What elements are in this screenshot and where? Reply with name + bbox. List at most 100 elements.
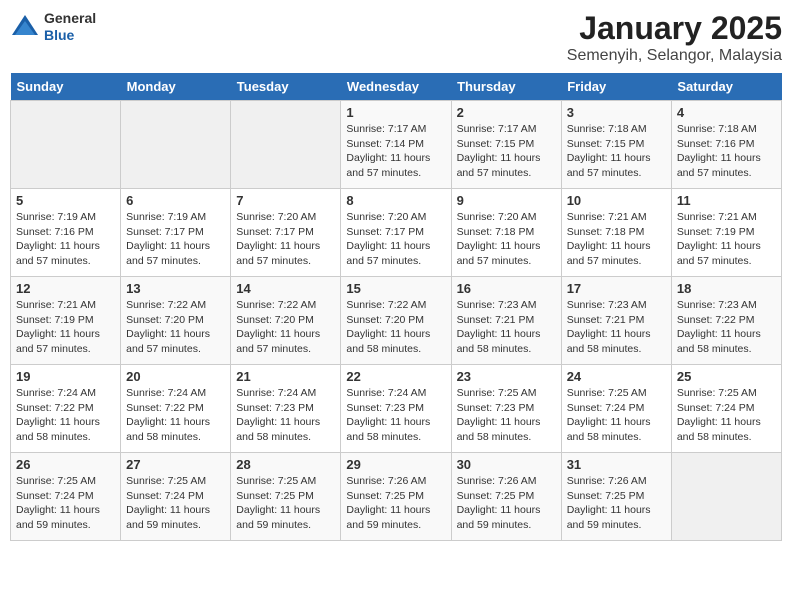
day-number: 7 [236,193,335,208]
day-number: 29 [346,457,445,472]
cell-info: Sunrise: 7:22 AMSunset: 7:20 PMDaylight:… [126,298,225,357]
day-number: 10 [567,193,666,208]
cell-info: Sunrise: 7:25 AMSunset: 7:24 PMDaylight:… [16,474,115,533]
calendar-cell [671,453,781,541]
cell-info: Sunrise: 7:25 AMSunset: 7:25 PMDaylight:… [236,474,335,533]
cell-info: Sunrise: 7:26 AMSunset: 7:25 PMDaylight:… [346,474,445,533]
calendar-week-row: 26Sunrise: 7:25 AMSunset: 7:24 PMDayligh… [11,453,782,541]
calendar-cell [121,101,231,189]
calendar-cell: 1 Sunrise: 7:17 AMSunset: 7:14 PMDaylight… [341,101,451,189]
cell-info: Sunrise: 7:25 AMSunset: 7:24 PMDaylight:… [567,386,666,445]
day-number: 17 [567,281,666,296]
cell-info: Sunrise: 7:22 AMSunset: 7:20 PMDaylight:… [236,298,335,357]
calendar-cell: 9Sunrise: 7:20 AMSunset: 7:18 PMDaylight… [451,189,561,277]
calendar-cell: 27 Sunrise: 7:25 AMSunset: 7:24 PMDayligh… [121,453,231,541]
calendar-week-row: 12 Sunrise: 7:21 AMSunset: 7:19 PMDayligh… [11,277,782,365]
calendar-week-row: 1 Sunrise: 7:17 AMSunset: 7:14 PMDaylight… [11,101,782,189]
day-number: 24 [567,369,666,384]
day-number: 8 [346,193,445,208]
cell-info: Sunrise: 7:23 AMSunset: 7:21 PMDaylight:… [567,298,666,357]
weekday-header-friday: Friday [561,73,671,101]
weekday-header-sunday: Sunday [11,73,121,101]
calendar-cell: 3 Sunrise: 7:18 AMSunset: 7:15 PMDaylight… [561,101,671,189]
day-number: 6 [126,193,225,208]
logo-blue-text: Blue [44,27,96,44]
day-number: 22 [346,369,445,384]
cell-info: Sunrise: 7:17 AMSunset: 7:15 PMDaylight:… [457,122,556,181]
day-number: 20 [126,369,225,384]
cell-info: Sunrise: 7:25 AMSunset: 7:24 PMDaylight:… [677,386,776,445]
cell-info: Sunrise: 7:19 AMSunset: 7:16 PMDaylight:… [16,210,115,269]
day-number: 1 [346,105,445,120]
cell-info: Sunrise: 7:23 AMSunset: 7:22 PMDaylight:… [677,298,776,357]
cell-info: Sunrise: 7:21 AMSunset: 7:19 PMDaylight:… [677,210,776,269]
calendar-cell: 28 Sunrise: 7:25 AMSunset: 7:25 PMDayligh… [231,453,341,541]
calendar-cell: 29 Sunrise: 7:26 AMSunset: 7:25 PMDayligh… [341,453,451,541]
logo-text: General Blue [44,10,96,44]
calendar-cell: 22 Sunrise: 7:24 AMSunset: 7:23 PMDayligh… [341,365,451,453]
calendar-cell: 12 Sunrise: 7:21 AMSunset: 7:19 PMDayligh… [11,277,121,365]
cell-info: Sunrise: 7:23 AMSunset: 7:21 PMDaylight:… [457,298,556,357]
cell-info: Sunrise: 7:24 AMSunset: 7:22 PMDaylight:… [16,386,115,445]
cell-info: Sunrise: 7:20 AMSunset: 7:17 PMDaylight:… [346,210,445,269]
calendar-cell: 18Sunrise: 7:23 AMSunset: 7:22 PMDayligh… [671,277,781,365]
calendar-cell: 6 Sunrise: 7:19 AMSunset: 7:17 PMDaylight… [121,189,231,277]
calendar-cell: 24 Sunrise: 7:25 AMSunset: 7:24 PMDayligh… [561,365,671,453]
cell-info: Sunrise: 7:20 AMSunset: 7:17 PMDaylight:… [236,210,335,269]
calendar-cell: 25 Sunrise: 7:25 AMSunset: 7:24 PMDayligh… [671,365,781,453]
calendar-cell: 15 Sunrise: 7:22 AMSunset: 7:20 PMDayligh… [341,277,451,365]
calendar-cell: 8 Sunrise: 7:20 AMSunset: 7:17 PMDaylight… [341,189,451,277]
cell-info: Sunrise: 7:22 AMSunset: 7:20 PMDaylight:… [346,298,445,357]
day-number: 27 [126,457,225,472]
cell-info: Sunrise: 7:26 AMSunset: 7:25 PMDaylight:… [567,474,666,533]
day-number: 25 [677,369,776,384]
day-number: 13 [126,281,225,296]
day-number: 12 [16,281,115,296]
calendar-cell: 20Sunrise: 7:24 AMSunset: 7:22 PMDayligh… [121,365,231,453]
page-subtitle: Semenyih, Selangor, Malaysia [567,47,782,65]
cell-info: Sunrise: 7:18 AMSunset: 7:15 PMDaylight:… [567,122,666,181]
calendar-cell: 7 Sunrise: 7:20 AMSunset: 7:17 PMDaylight… [231,189,341,277]
cell-info: Sunrise: 7:26 AMSunset: 7:25 PMDaylight:… [457,474,556,533]
weekday-header-thursday: Thursday [451,73,561,101]
day-number: 28 [236,457,335,472]
cell-info: Sunrise: 7:21 AMSunset: 7:19 PMDaylight:… [16,298,115,357]
day-number: 14 [236,281,335,296]
calendar-cell: 23Sunrise: 7:25 AMSunset: 7:23 PMDayligh… [451,365,561,453]
calendar-cell: 13 Sunrise: 7:22 AMSunset: 7:20 PMDayligh… [121,277,231,365]
weekday-header-saturday: Saturday [671,73,781,101]
weekday-header-wednesday: Wednesday [341,73,451,101]
calendar-cell: 26Sunrise: 7:25 AMSunset: 7:24 PMDayligh… [11,453,121,541]
cell-info: Sunrise: 7:19 AMSunset: 7:17 PMDaylight:… [126,210,225,269]
cell-info: Sunrise: 7:24 AMSunset: 7:23 PMDaylight:… [236,386,335,445]
day-number: 5 [16,193,115,208]
logo-general: General [44,10,96,27]
calendar-cell: 21Sunrise: 7:24 AMSunset: 7:23 PMDayligh… [231,365,341,453]
day-number: 16 [457,281,556,296]
calendar-cell: 10 Sunrise: 7:21 AMSunset: 7:18 PMDayligh… [561,189,671,277]
day-number: 15 [346,281,445,296]
calendar-cell: 2Sunrise: 7:17 AMSunset: 7:15 PMDaylight… [451,101,561,189]
calendar-cell: 5 Sunrise: 7:19 AMSunset: 7:16 PMDaylight… [11,189,121,277]
calendar-cell: 11Sunrise: 7:21 AMSunset: 7:19 PMDayligh… [671,189,781,277]
day-number: 31 [567,457,666,472]
day-number: 23 [457,369,556,384]
calendar-cell [11,101,121,189]
cell-info: Sunrise: 7:17 AMSunset: 7:14 PMDaylight:… [346,122,445,181]
day-number: 4 [677,105,776,120]
calendar-cell: 17 Sunrise: 7:23 AMSunset: 7:21 PMDayligh… [561,277,671,365]
calendar-cell: 19Sunrise: 7:24 AMSunset: 7:22 PMDayligh… [11,365,121,453]
cell-info: Sunrise: 7:18 AMSunset: 7:16 PMDaylight:… [677,122,776,181]
day-number: 3 [567,105,666,120]
cell-info: Sunrise: 7:24 AMSunset: 7:23 PMDaylight:… [346,386,445,445]
title-block: January 2025 Semenyih, Selangor, Malaysi… [567,10,782,65]
weekday-header-monday: Monday [121,73,231,101]
day-number: 30 [457,457,556,472]
cell-info: Sunrise: 7:21 AMSunset: 7:18 PMDaylight:… [567,210,666,269]
calendar-cell [231,101,341,189]
page-title: January 2025 [567,10,782,47]
day-number: 9 [457,193,556,208]
cell-info: Sunrise: 7:25 AMSunset: 7:24 PMDaylight:… [126,474,225,533]
calendar-cell: 30 Sunrise: 7:26 AMSunset: 7:25 PMDayligh… [451,453,561,541]
calendar-cell: 4 Sunrise: 7:18 AMSunset: 7:16 PMDaylight… [671,101,781,189]
